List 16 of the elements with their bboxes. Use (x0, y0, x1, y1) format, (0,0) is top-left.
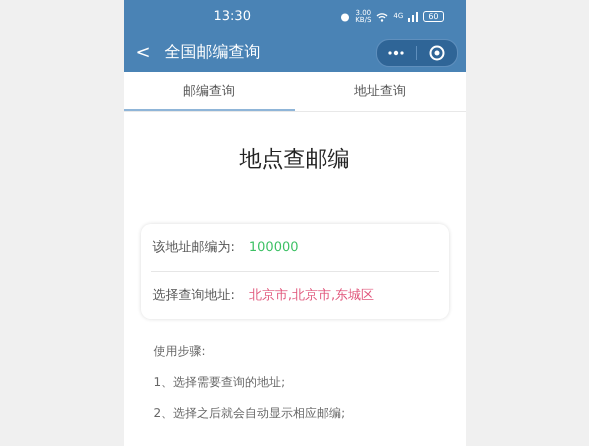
step-text: 1、选择需要查询的地址; (154, 374, 286, 391)
page-title: 全国邮编查询 (164, 42, 262, 64)
more-icon[interactable] (387, 50, 406, 56)
signal-icon (408, 12, 418, 22)
close-icon[interactable] (428, 44, 445, 61)
field-value[interactable]: 北京市,北京市,东城区 (248, 286, 374, 304)
field-value: 100000 (248, 240, 299, 255)
field-label: 该地址邮编为: (152, 239, 235, 256)
back-button[interactable]: < (136, 42, 151, 64)
wifi-icon (376, 12, 388, 22)
battery-text: 60 (423, 11, 444, 22)
field-label: 选择查询地址: (152, 287, 235, 304)
steps-title: 使用步骤: (154, 342, 207, 360)
time-text: 13:30 (214, 9, 252, 24)
heading: 地点查邮编 (238, 146, 350, 174)
step-text: 2、选择之后就会自动显示相应邮编; (154, 404, 346, 422)
